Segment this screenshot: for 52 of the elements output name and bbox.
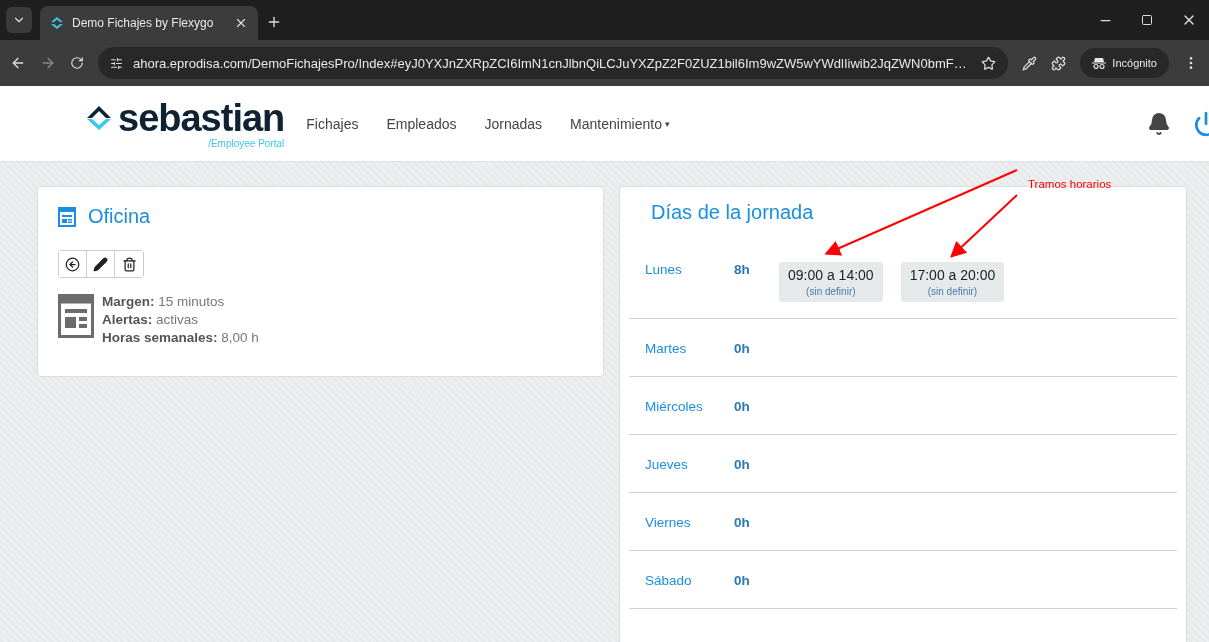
- pencil-icon: [93, 256, 108, 272]
- address-bar[interactable]: ahora.eprodisa.com/DemoFichajesPro/Index#eyJ0YXJnZXRpZCI6ImN1cnJlbnQiLCJuYXZpZ2F0ZUZ1bil6Im9wZW5wYWdlIiwib2JqZWN0bmF…: [98, 47, 1009, 79]
- maximize-icon[interactable]: [1141, 14, 1153, 26]
- logo-subtitle: /Employee Portal: [208, 138, 285, 149]
- browser-tab[interactable]: Demo Fichajes by Flexygo: [40, 6, 258, 40]
- site-settings-icon[interactable]: [110, 56, 123, 70]
- day-name: Jueves: [645, 457, 689, 472]
- annotation-label: Tramos horarios: [1028, 178, 1112, 190]
- trash-icon: [121, 256, 137, 272]
- day-hours: 0h: [734, 399, 751, 414]
- day-name: Martes: [645, 341, 688, 356]
- bell-icon[interactable]: [1147, 111, 1171, 136]
- nav-link[interactable]: Fichajes: [306, 115, 359, 132]
- day-name: Sábado: [645, 573, 693, 588]
- new-tab-icon[interactable]: [266, 14, 282, 30]
- time-slot[interactable]: 09:00 a 14:00 (sin definir): [779, 262, 883, 302]
- day-hours: 0h: [734, 341, 751, 356]
- nav-dropdown[interactable]: Mantenimiento ▾: [570, 115, 670, 132]
- day-name: Lunes: [645, 262, 683, 277]
- logo-text: sebastian: [118, 98, 285, 138]
- star-icon[interactable]: [981, 55, 997, 71]
- url-text: ahora.eprodisa.com/DemoFichajesPro/Index#eyJ0YXJnZXRpZCI6ImN1cnJlbnQiLCJuYXZpZ2F0ZUZ1bil6Im9wZW5wYWdlIiwib2JqZWN0bmF…: [133, 55, 968, 71]
- nav-link[interactable]: Empleados: [386, 115, 457, 132]
- detail-text: Margen: 15 minutos: [102, 294, 226, 309]
- day-name: Viernes: [645, 515, 692, 530]
- back-button[interactable]: [59, 251, 87, 277]
- puzzle-icon[interactable]: [1051, 55, 1067, 71]
- detail-text: Alertas: activas: [102, 312, 200, 327]
- reload-icon[interactable]: [70, 56, 84, 70]
- back-icon: [65, 256, 80, 272]
- incognito-icon: [1092, 57, 1107, 69]
- card-title: Días de la jornada: [651, 201, 814, 224]
- back-icon[interactable]: [10, 55, 26, 71]
- detail-text: Horas semanales: 8,00 h: [102, 330, 259, 345]
- close-tab-icon[interactable]: [234, 16, 248, 30]
- day-name: Miércoles: [645, 399, 704, 414]
- tab-search-button[interactable]: [6, 7, 32, 33]
- eyedropper-icon[interactable]: [1022, 55, 1038, 71]
- day-hours: 0h: [734, 457, 751, 472]
- forward-icon[interactable]: [40, 55, 56, 71]
- time-slot[interactable]: 17:00 a 20:00 (sin definir): [900, 262, 1005, 302]
- nav-link[interactable]: Jornadas: [484, 115, 543, 132]
- incognito-badge[interactable]: Incógnito: [1080, 48, 1169, 78]
- tab-title: Demo Fichajes by Flexygo: [72, 16, 215, 30]
- card-title: Oficina: [88, 205, 151, 228]
- layout-icon: [58, 294, 94, 338]
- day-hours: 8h: [734, 262, 751, 277]
- logo-icon: [86, 105, 112, 131]
- table-icon: [58, 206, 76, 227]
- day-hours: 0h: [734, 573, 751, 588]
- site-logo-icon: [50, 16, 64, 30]
- day-hours: 0h: [734, 515, 751, 530]
